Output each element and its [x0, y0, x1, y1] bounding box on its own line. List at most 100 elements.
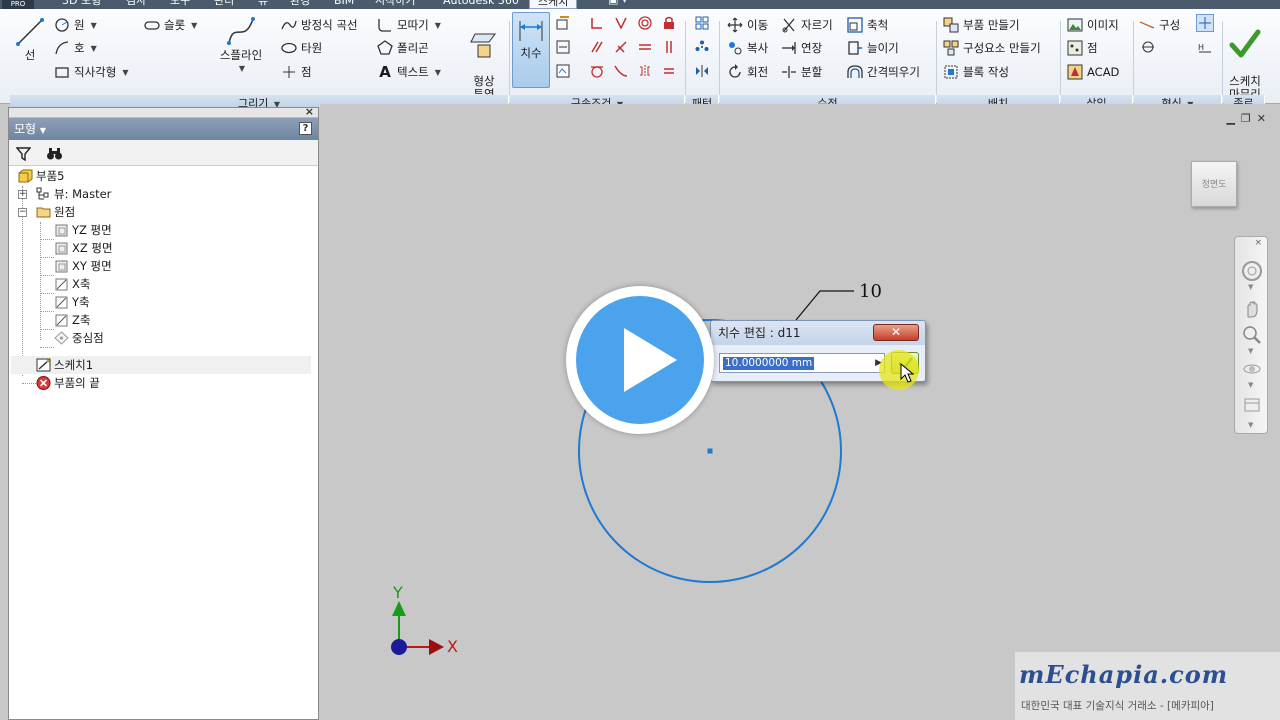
insert-image-button[interactable]: 이미지 — [1067, 15, 1119, 35]
circular-pattern-icon[interactable] — [693, 38, 711, 56]
circle-button[interactable]: 원 ▼ — [54, 15, 97, 35]
tree-node-xy-plane[interactable]: XY 평면 — [54, 257, 112, 275]
arc-button[interactable]: 호 ▼ — [54, 38, 97, 58]
construction-button[interactable]: 구성 — [1139, 15, 1180, 35]
find-binoculars-icon[interactable] — [46, 146, 63, 161]
trim-button[interactable]: 자르기 — [781, 15, 833, 35]
tree-node-x-axis[interactable]: X축 — [54, 275, 90, 293]
create-block-button[interactable]: 블록 작성 — [943, 62, 1009, 82]
origin-collapse-icon[interactable]: − — [18, 208, 27, 217]
tree-node-view[interactable]: 뷰: Master — [36, 185, 111, 203]
make-components-button[interactable]: 구성요소 만들기 — [943, 38, 1041, 58]
circle-dropdown-icon[interactable]: ▼ — [91, 21, 97, 30]
tab-3d-model[interactable]: 3D 모형 — [62, 0, 101, 9]
tree-node-xz-plane[interactable]: XZ 평면 — [54, 239, 113, 257]
concentric-icon[interactable] — [636, 14, 654, 32]
ellipse-button[interactable]: 타원 — [281, 38, 322, 58]
tab-inspect[interactable]: 검사 — [126, 0, 146, 9]
driven-dimension-icon[interactable]: H — [1196, 38, 1214, 56]
tangent-icon[interactable] — [588, 62, 606, 80]
tab-autodesk-360[interactable]: Autodesk 360 — [443, 0, 519, 9]
slot-button[interactable]: 슬롯 ▼ — [144, 15, 197, 35]
finish-sketch-button[interactable]: 스케치 마무리 — [1224, 15, 1266, 101]
tree-node-sketch1[interactable]: 스케치1 — [36, 356, 93, 374]
center-point-icon[interactable] — [1139, 38, 1157, 56]
tree-node-part[interactable]: 부품5 — [18, 167, 64, 185]
tree-node-end-of-part[interactable]: 부품의 끝 — [36, 374, 100, 392]
spline-button[interactable]: 스플라인 ▼ — [212, 15, 270, 75]
points-icon — [1067, 40, 1083, 56]
tab-bim[interactable]: BIM — [334, 0, 354, 9]
dialog-close-button[interactable]: ✕ — [873, 324, 919, 341]
rotate-button[interactable]: 회전 — [727, 62, 768, 82]
browser-header-dropdown-icon[interactable]: ▼ — [40, 126, 46, 135]
rectangle-dropdown-icon[interactable]: ▼ — [122, 68, 128, 77]
smooth-icon[interactable] — [612, 62, 630, 80]
perpendicular-icon[interactable] — [612, 38, 630, 56]
point-button[interactable]: 점 — [281, 62, 312, 82]
tab-sketch[interactable]: 스케치 — [529, 0, 578, 9]
equation-curve-button[interactable]: 방정식 곡선 — [281, 15, 358, 35]
insert-points-button[interactable]: 점 — [1067, 38, 1098, 58]
tab-environments[interactable]: 환경 — [290, 0, 310, 9]
tree-node-center-point[interactable]: 중심점 — [54, 329, 104, 347]
tab-view[interactable]: 뷰 — [258, 0, 268, 9]
coincident-icon[interactable] — [588, 14, 606, 32]
move-button[interactable]: 이동 — [727, 15, 768, 35]
dimension-text[interactable]: 10 — [859, 281, 882, 302]
fillet-button[interactable]: 모따기 ▼ — [377, 15, 441, 35]
collinear-icon[interactable] — [612, 14, 630, 32]
fix-lock-icon[interactable] — [660, 14, 678, 32]
text-button[interactable]: A 텍스트 ▼ — [377, 62, 441, 82]
quick-access-icon[interactable]: ▣ ▾ — [608, 0, 627, 8]
insert-acad-button[interactable]: ACAD — [1067, 62, 1119, 82]
tab-tools[interactable]: 도구 — [170, 0, 190, 9]
text-dropdown-icon[interactable]: ▼ — [435, 68, 441, 77]
polygon-button[interactable]: 폴리곤 — [377, 38, 429, 58]
browser-close-icon[interactable]: × — [305, 105, 314, 118]
line-button[interactable]: 선 — [12, 15, 48, 62]
horizontal-icon[interactable] — [636, 38, 654, 56]
project-geometry-button[interactable]: 형상 투영 — [464, 15, 504, 101]
x-axis-arrow — [429, 639, 444, 655]
copy-button[interactable]: 복사 — [727, 38, 768, 58]
parallel-icon[interactable] — [588, 38, 606, 56]
tree-node-yz-plane[interactable]: YZ 평면 — [54, 221, 112, 239]
tree-node-z-axis[interactable]: Z축 — [54, 311, 90, 329]
view-expand-icon[interactable]: + — [18, 190, 27, 199]
tab-get-started[interactable]: 시작하기 — [375, 0, 415, 9]
tree-node-origin[interactable]: 원점 — [36, 203, 75, 221]
video-play-button[interactable] — [566, 286, 714, 434]
extend-button[interactable]: 연장 — [781, 38, 822, 58]
vertical-icon[interactable] — [660, 38, 678, 56]
mirror-icon[interactable] — [693, 62, 711, 80]
graphics-viewport[interactable]: ▁ ❐ ✕ 정면도 × ▼ ▼ ▼ ▼ 10 Y X 치수 편집 : d11 ✕ — [320, 104, 1280, 720]
dimension-button[interactable]: 치수 — [512, 12, 550, 88]
dialog-titlebar[interactable]: 치수 편집 : d11 ✕ — [711, 321, 925, 345]
tree-node-y-axis[interactable]: Y축 — [54, 293, 90, 311]
help-icon[interactable]: ? — [299, 122, 312, 135]
fillet-dropdown-icon[interactable]: ▼ — [435, 21, 441, 30]
stretch-button[interactable]: 늘이기 — [847, 38, 899, 58]
browser-titlebar[interactable]: × — [9, 105, 318, 118]
split-button[interactable]: 분할 — [781, 62, 822, 82]
scale-button[interactable]: 축척 — [847, 15, 888, 35]
browser-header[interactable]: 모형 ▼ ? — [9, 118, 318, 140]
show-constraints-icon[interactable] — [554, 38, 572, 56]
centerline-icon[interactable] — [1196, 14, 1214, 32]
rectangular-pattern-icon[interactable] — [693, 14, 711, 32]
dimension-value-input[interactable]: 10.0000000 mm ▶ — [719, 353, 885, 373]
slot-dropdown-icon[interactable]: ▼ — [191, 21, 197, 30]
offset-button[interactable]: 간격띄우기 — [847, 62, 920, 82]
auto-dimension-icon[interactable] — [554, 14, 572, 32]
make-part-button[interactable]: 부품 만들기 — [943, 15, 1020, 35]
arc-dropdown-icon[interactable]: ▼ — [91, 44, 97, 53]
scale-icon — [847, 17, 863, 33]
tab-manage[interactable]: 관리 — [214, 0, 234, 9]
rectangle-button[interactable]: 직사각형 ▼ — [54, 62, 128, 82]
equal-icon[interactable] — [660, 62, 678, 80]
constraint-settings-icon[interactable] — [554, 62, 572, 80]
filter-icon[interactable] — [16, 146, 31, 161]
symmetric-icon[interactable] — [636, 62, 654, 80]
spline-dropdown-icon[interactable]: ▼ — [214, 62, 270, 75]
